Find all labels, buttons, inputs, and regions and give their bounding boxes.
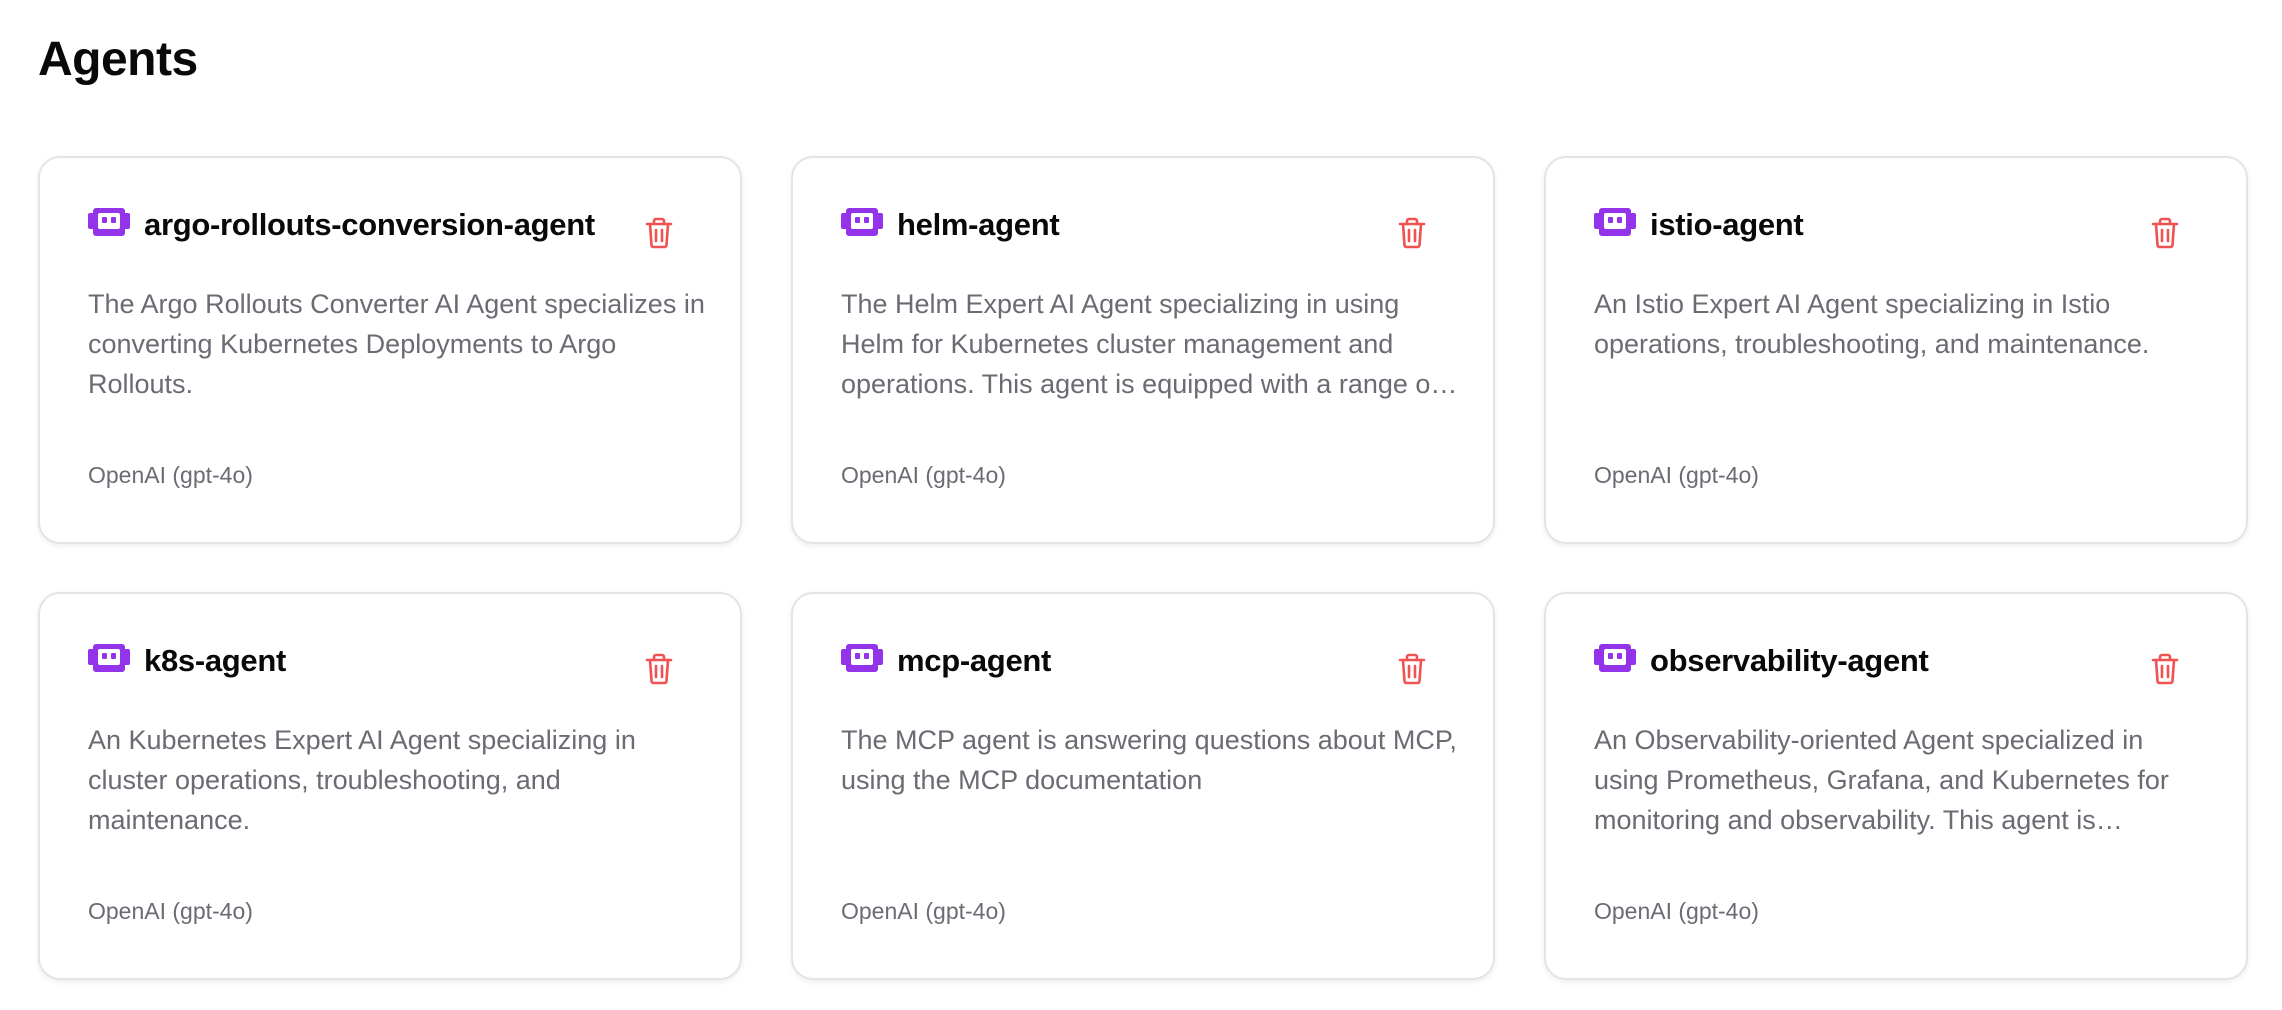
- agent-card[interactable]: k8s-agent An Kubernetes Expert AI Agent …: [38, 592, 742, 980]
- trash-icon: [645, 653, 673, 690]
- delete-agent-button[interactable]: [2148, 217, 2182, 254]
- agent-card[interactable]: istio-agent An Istio Expert AI Agent spe…: [1544, 156, 2248, 544]
- agent-card-header: istio-agent: [1594, 206, 1804, 243]
- trash-icon: [645, 217, 673, 254]
- agent-model: OpenAI (gpt-4o): [88, 462, 253, 488]
- agent-card-header: mcp-agent: [841, 642, 1051, 679]
- agent-card[interactable]: argo-rollouts-conversion-agent The Argo …: [38, 156, 742, 544]
- agent-card-header: observability-agent: [1594, 642, 1929, 679]
- agent-description: The MCP agent is answering questions abo…: [841, 725, 1457, 795]
- delete-agent-button[interactable]: [642, 217, 676, 254]
- agent-description: An Istio Expert AI Agent specializing in…: [1594, 289, 2150, 359]
- agent-card-header: argo-rollouts-conversion-agent: [88, 206, 595, 243]
- agent-name: istio-agent: [1650, 206, 1804, 242]
- trash-icon: [2151, 653, 2179, 690]
- agent-model: OpenAI (gpt-4o): [1594, 898, 1759, 924]
- agent-description: An Kubernetes Expert AI Agent specializi…: [88, 725, 636, 835]
- agent-model: OpenAI (gpt-4o): [841, 462, 1006, 488]
- trash-icon: [2151, 217, 2179, 254]
- agent-name: mcp-agent: [897, 642, 1052, 678]
- bot-icon: [1594, 206, 1636, 243]
- delete-agent-button[interactable]: [1395, 217, 1429, 254]
- agent-description: The Argo Rollouts Converter AI Agent spe…: [88, 289, 705, 399]
- bot-icon: [88, 642, 130, 679]
- agent-model: OpenAI (gpt-4o): [88, 898, 253, 924]
- agent-card[interactable]: mcp-agent The MCP agent is answering que…: [791, 592, 1495, 980]
- agent-name: observability-agent: [1650, 642, 1929, 678]
- bot-icon: [88, 206, 130, 243]
- agent-card-header: helm-agent: [841, 206, 1060, 243]
- bot-icon: [1594, 642, 1636, 679]
- agent-model: OpenAI (gpt-4o): [1594, 462, 1759, 488]
- agent-card[interactable]: helm-agent The Helm Expert AI Agent spec…: [791, 156, 1495, 544]
- agent-name: argo-rollouts-conversion-agent: [144, 206, 595, 242]
- delete-agent-button[interactable]: [2148, 653, 2182, 690]
- bot-icon: [841, 642, 883, 679]
- agent-name: helm-agent: [897, 206, 1060, 242]
- agent-description: An Observability-oriented Agent speciali…: [1594, 725, 2169, 835]
- agent-card-header: k8s-agent: [88, 642, 286, 679]
- agent-description: The Helm Expert AI Agent specializing in…: [841, 289, 1438, 399]
- page-title: Agents: [38, 33, 198, 86]
- agents-grid: argo-rollouts-conversion-agent The Argo …: [38, 156, 2249, 980]
- agent-name: k8s-agent: [144, 642, 287, 678]
- bot-icon: [841, 206, 883, 243]
- delete-agent-button[interactable]: [1395, 653, 1429, 690]
- agent-model: OpenAI (gpt-4o): [841, 898, 1006, 924]
- agent-card[interactable]: observability-agent An Observability-ori…: [1544, 592, 2248, 980]
- trash-icon: [1398, 217, 1426, 254]
- delete-agent-button[interactable]: [642, 653, 676, 690]
- trash-icon: [1398, 653, 1426, 690]
